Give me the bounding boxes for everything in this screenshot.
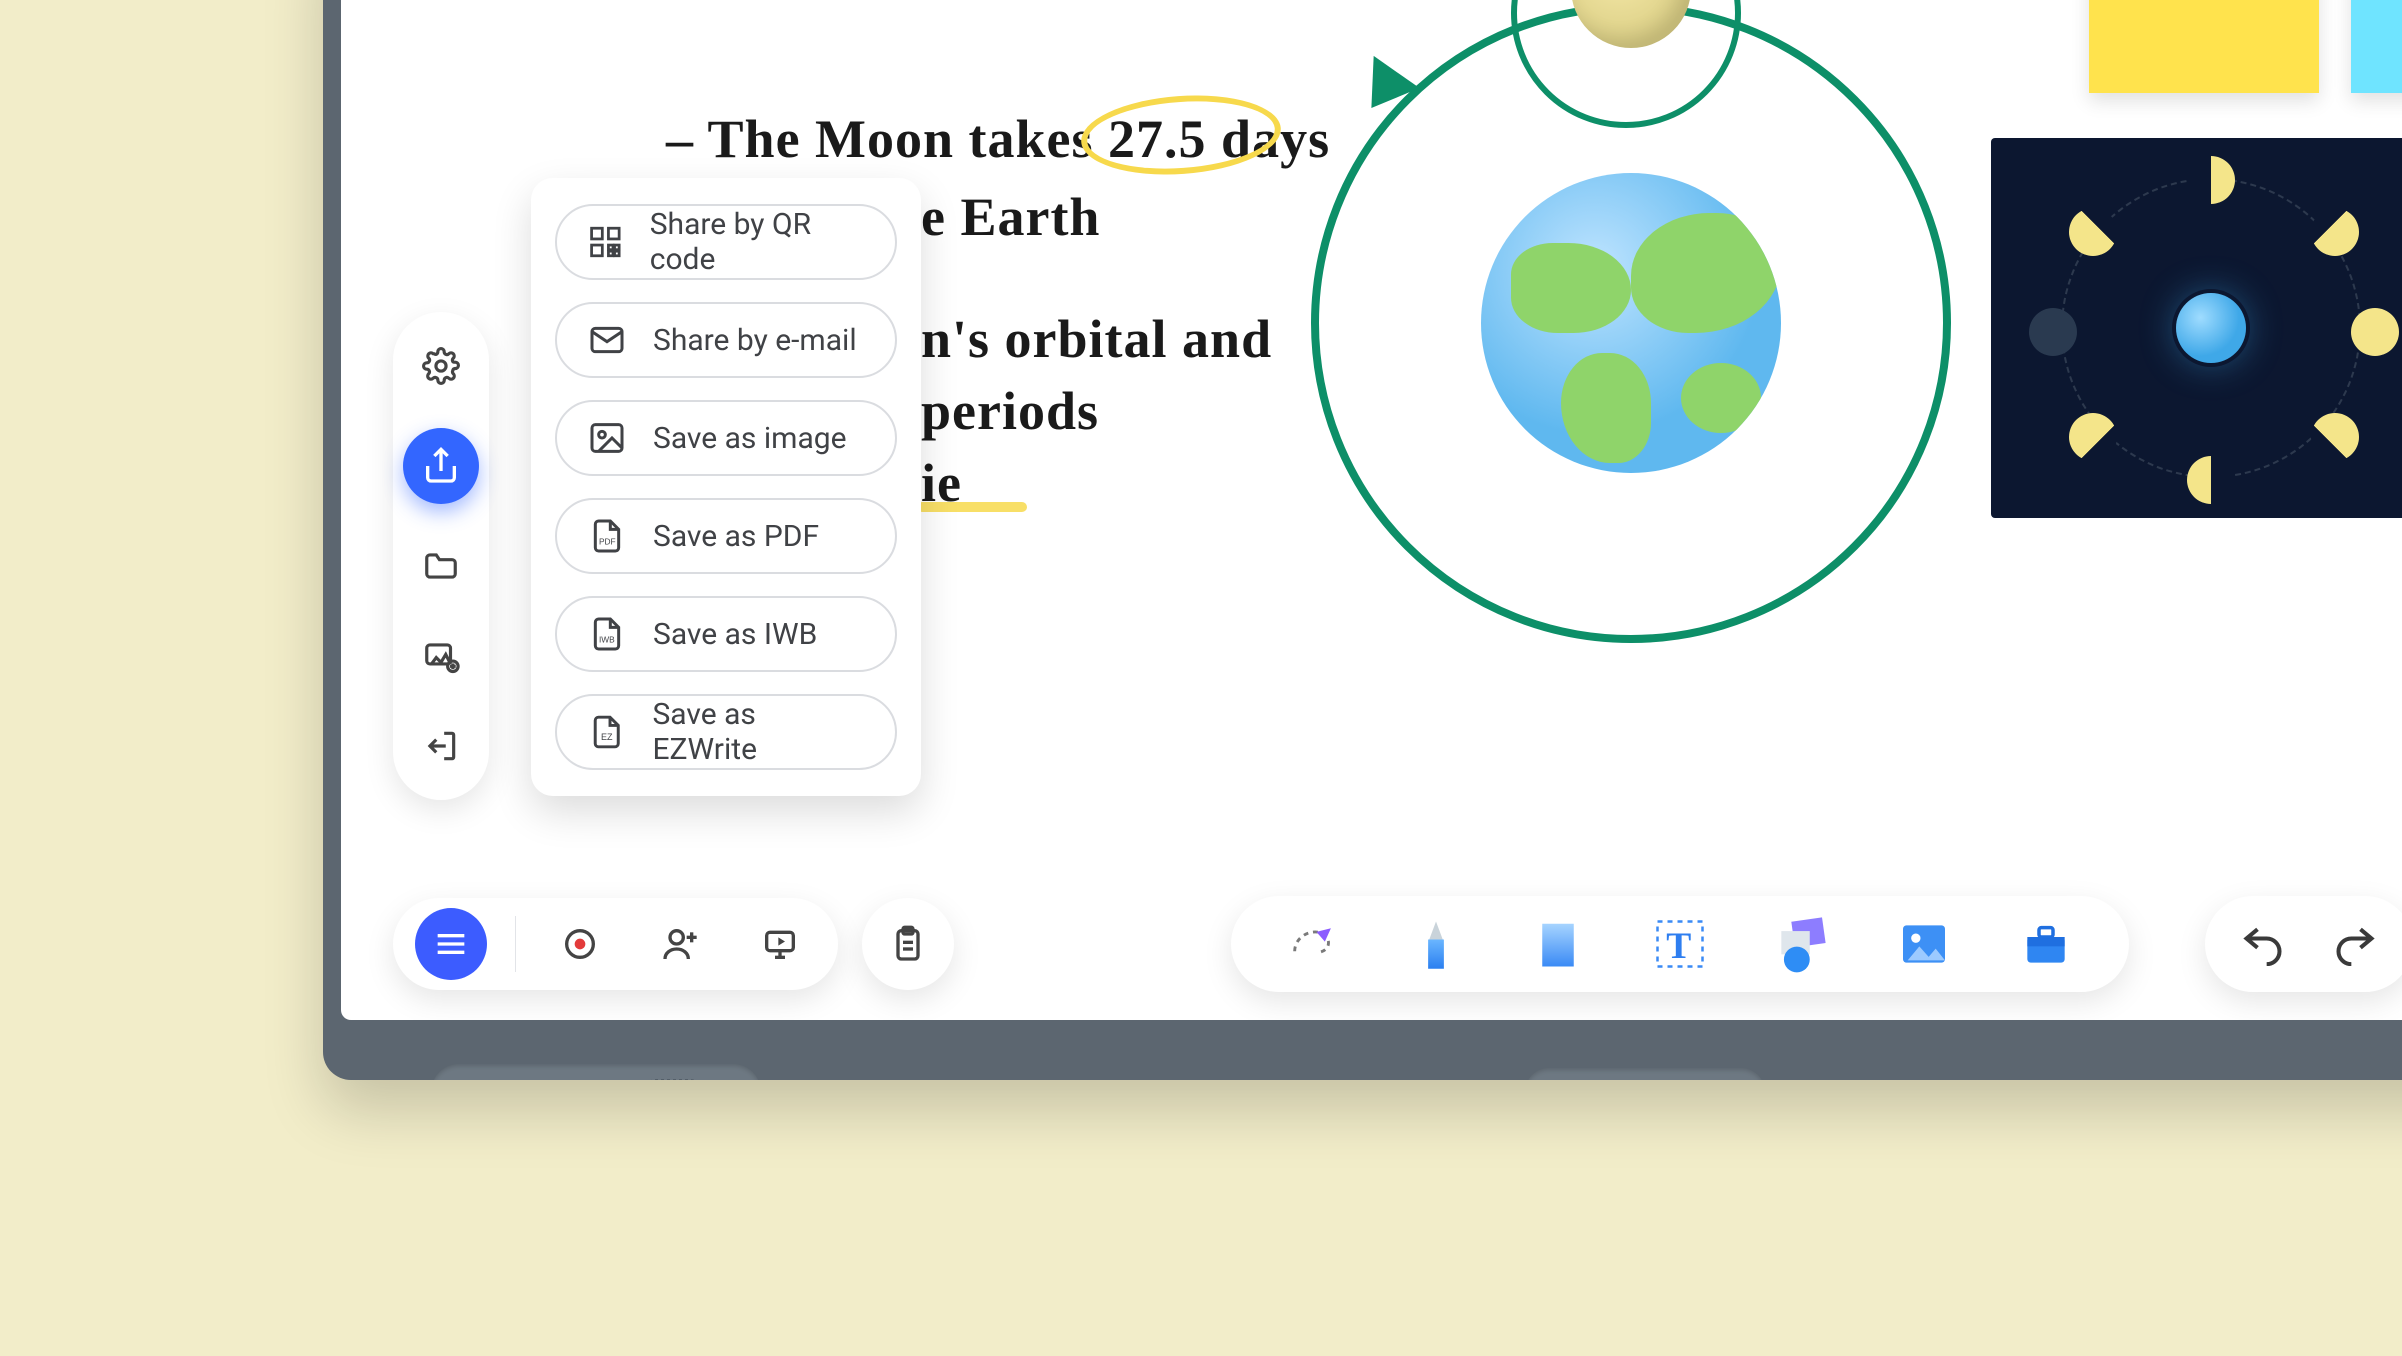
svg-text:T: T [1666, 926, 1691, 967]
record-icon [560, 924, 600, 964]
share-item-label: Save as image [653, 421, 847, 456]
text-icon: T [1650, 914, 1710, 974]
share-popover: Share by QR code Share by e-mail Save as… [531, 178, 921, 796]
note-line-2: e Earth [921, 186, 1100, 248]
save-image-button[interactable]: Save as image [555, 400, 897, 476]
share-item-label: Save as EZWrite [652, 697, 865, 767]
clipboard-icon [888, 924, 928, 964]
record-button[interactable] [544, 908, 616, 980]
pen-icon [1409, 911, 1463, 977]
user-plus-icon [660, 924, 700, 964]
lasso-tool[interactable] [1279, 909, 1349, 979]
save-iwb-button[interactable]: IWB Save as IWB [555, 596, 897, 672]
image-tool[interactable] [1889, 909, 1959, 979]
bottom-left-toolbar [393, 898, 954, 990]
shape-icon [1531, 914, 1585, 974]
presentation-icon [760, 924, 800, 964]
share-qr-button[interactable]: Share by QR code [555, 204, 897, 280]
ports-panel [431, 1064, 761, 1080]
share-button[interactable] [403, 428, 479, 504]
save-pdf-button[interactable]: PDF Save as PDF [555, 498, 897, 574]
lasso-icon [1285, 915, 1343, 973]
mail-icon [587, 320, 627, 360]
image-icon [1896, 916, 1952, 972]
save-ezwrite-button[interactable]: EZ Save as EZWrite [555, 694, 897, 770]
sticky-note-cyan[interactable] [2351, 0, 2402, 93]
qr-code-icon [587, 222, 624, 262]
exit-button[interactable] [413, 718, 469, 774]
files-button[interactable] [413, 538, 469, 594]
share-icon [421, 446, 461, 486]
tool-dock: T [1231, 896, 2129, 992]
paste-button[interactable] [872, 908, 944, 980]
device-chin: BenQ [337, 1028, 2402, 1068]
shape-tool[interactable] [1523, 909, 1593, 979]
share-item-label: Share by e-mail [653, 323, 857, 358]
benq-display-frame: – The Moon takes 27.5 days e Earth n's o… [323, 0, 2402, 1080]
sticker-tool[interactable] [1767, 909, 1837, 979]
text-tool[interactable]: T [1645, 909, 1715, 979]
folder-icon [422, 547, 460, 585]
brand-label: BenQ [1612, 1077, 1679, 1080]
screen-plus-icon [422, 637, 460, 675]
separator [515, 916, 516, 972]
add-user-button[interactable] [644, 908, 716, 980]
note-line-3: n's orbital and [921, 308, 1272, 370]
sticky-note-label: Sun [2109, 0, 2209, 3]
toolbox-tool[interactable] [2011, 909, 2081, 979]
share-item-label: Save as PDF [653, 519, 819, 554]
settings-button[interactable] [413, 338, 469, 394]
present-button[interactable] [744, 908, 816, 980]
clipboard-pill [862, 898, 954, 990]
note-line-4: periods [921, 380, 1099, 442]
undo-icon[interactable] [2237, 922, 2289, 966]
svg-text:IWB: IWB [599, 634, 615, 644]
iwb-file-icon: IWB [587, 614, 627, 654]
share-item-label: Save as IWB [653, 617, 817, 652]
sticky-note-sun[interactable]: Sun [2089, 0, 2319, 93]
hamburger-icon [431, 924, 471, 964]
menu-button[interactable] [415, 908, 487, 980]
redo-icon[interactable] [2329, 922, 2381, 966]
session-pill [393, 898, 838, 990]
brand-badge: BenQ [1525, 1068, 1765, 1080]
exit-icon [422, 727, 460, 765]
toolbox-icon [2017, 916, 2075, 972]
svg-text:EZ: EZ [601, 732, 613, 742]
mic-grille-icon [643, 1079, 703, 1080]
add-background-button[interactable] [413, 628, 469, 684]
share-item-label: Share by QR code [650, 207, 865, 277]
gear-icon [422, 347, 460, 385]
image-file-icon [587, 418, 627, 458]
whiteboard-screen: – The Moon takes 27.5 days e Earth n's o… [341, 0, 2402, 1020]
pdf-file-icon: PDF [587, 516, 627, 556]
pen-tool[interactable] [1401, 909, 1471, 979]
moon-phases-image[interactable] [1991, 138, 2402, 518]
ezwrite-file-icon: EZ [587, 712, 626, 752]
share-email-button[interactable]: Share by e-mail [555, 302, 897, 378]
highlight-underline-icon [917, 502, 1027, 512]
svg-text:PDF: PDF [599, 536, 616, 546]
history-dock [2205, 896, 2402, 992]
earth-icon [1481, 173, 1781, 473]
side-toolbar [393, 312, 489, 800]
sticker-icon [1771, 913, 1833, 975]
